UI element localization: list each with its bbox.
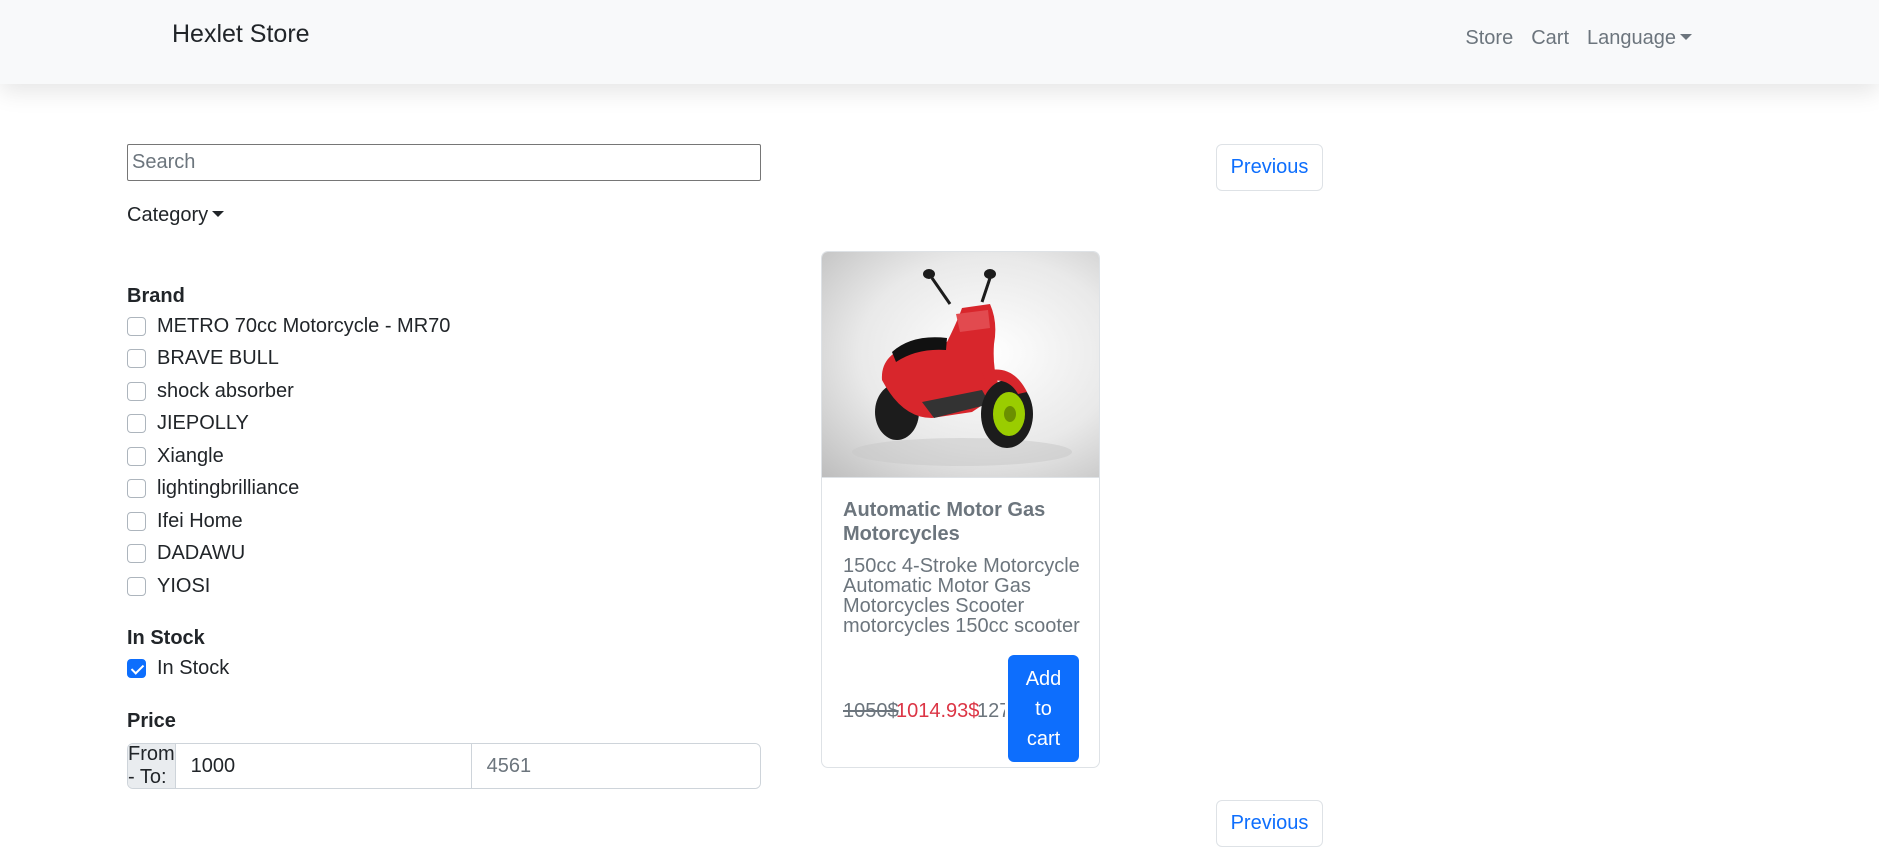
brand-option[interactable]: lightingbrilliance (127, 475, 299, 501)
old-price: 1050$ (843, 700, 899, 722)
previous-page-button-top[interactable]: Previous (1216, 144, 1323, 191)
brand-option[interactable]: JIEPOLLY (127, 410, 249, 436)
category-dropdown[interactable]: Category (127, 204, 225, 227)
brand-option[interactable]: YIOSI (127, 573, 210, 599)
brand-checkbox[interactable] (127, 446, 146, 466)
brand-option-label: lightingbrilliance (157, 476, 300, 499)
brand-checkbox[interactable] (127, 511, 146, 531)
product-description: 150cc 4-Stroke Motorcycle Automatic Moto… (843, 555, 1080, 637)
product-image[interactable] (822, 252, 1099, 478)
add-to-cart-button[interactable]: Add to cart (1008, 655, 1079, 762)
brand-checkbox[interactable] (127, 543, 146, 563)
brand-checkbox[interactable] (127, 381, 146, 401)
language-dropdown[interactable]: Language (1587, 27, 1692, 50)
chevron-down-icon (1680, 33, 1692, 40)
previous-page-button-bottom[interactable]: Previous (1216, 800, 1323, 847)
brand-option[interactable]: shock absorber (127, 378, 294, 404)
price-extra: 127 (977, 700, 1005, 722)
brand-option[interactable]: Xiangle (127, 443, 224, 469)
category-label: Category (127, 204, 209, 226)
search-input[interactable] (127, 144, 761, 181)
brand-option[interactable]: METRO 70cc Motorcycle - MR70 (127, 313, 450, 339)
brand-checkbox[interactable] (127, 348, 146, 368)
scooter-image (852, 269, 1072, 466)
sale-price: 1014.93$ (896, 700, 980, 722)
in-stock-option[interactable]: In Stock (127, 655, 229, 681)
in-stock-label: In Stock (157, 656, 230, 679)
price-range-group: From - To: (127, 743, 761, 789)
brand-option-label: Xiangle (157, 444, 224, 467)
brand-option-label: JIEPOLLY (157, 411, 249, 434)
brand-option-label: BRAVE BULL (157, 346, 279, 369)
brand-option[interactable]: Ifei Home (127, 508, 243, 534)
price-to-input[interactable] (470, 744, 760, 788)
product-title[interactable]: Automatic Motor Gas Motorcycles (843, 498, 1083, 546)
nav-cart-link[interactable]: Cart (1531, 27, 1569, 50)
brand-heading: Brand (127, 285, 185, 307)
brand-option[interactable]: DADAWU (127, 540, 245, 566)
brand-checkbox[interactable] (127, 576, 146, 596)
price-from-input[interactable] (175, 744, 471, 788)
in-stock-checkbox[interactable] (127, 658, 146, 678)
nav-store-link[interactable]: Store (1465, 27, 1513, 50)
brand-checkbox[interactable] (127, 316, 146, 336)
brand-checkbox[interactable] (127, 478, 146, 498)
brand-option-label: METRO 70cc Motorcycle - MR70 (157, 314, 451, 337)
price-heading: Price (127, 710, 176, 732)
product-card: Automatic Motor Gas Motorcycles 150cc 4-… (821, 251, 1100, 768)
brand-option-label: DADAWU (157, 541, 246, 564)
brand-option[interactable]: BRAVE BULL (127, 345, 279, 371)
nav-links: Store Cart Language (1465, 27, 1692, 50)
brand-option-label: shock absorber (157, 379, 294, 402)
navbar: Hexlet Store Store Cart Language (0, 0, 1879, 84)
brand-logo[interactable]: Hexlet Store (172, 20, 310, 49)
language-label: Language (1587, 27, 1676, 49)
brand-checkbox[interactable] (127, 413, 146, 433)
stock-heading: In Stock (127, 627, 205, 649)
price-range-prefix: From - To: (128, 743, 176, 788)
chevron-down-icon (212, 210, 225, 217)
brand-option-label: Ifei Home (157, 509, 243, 532)
brand-option-label: YIOSI (157, 574, 211, 597)
